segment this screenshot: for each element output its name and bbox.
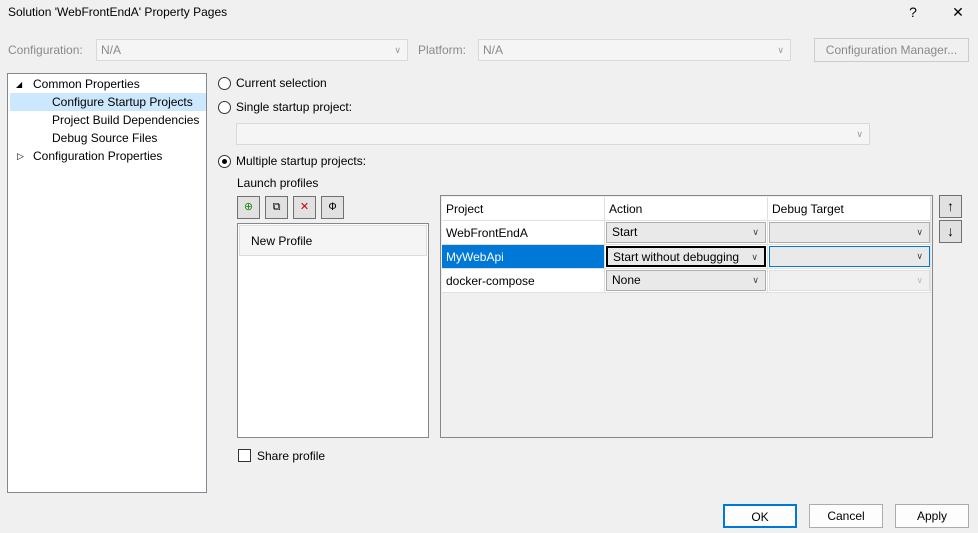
chevron-down-icon: ∨ (394, 45, 401, 55)
move-down-button[interactable]: ↓ (939, 220, 962, 243)
add-profile-button[interactable]: ⊕ (237, 196, 260, 219)
current-selection-radio[interactable] (218, 77, 231, 90)
single-startup-label: Single startup project: (236, 100, 353, 114)
column-header-action[interactable]: Action (605, 197, 768, 221)
profile-item[interactable]: New Profile (239, 225, 427, 256)
remove-profile-icon: ✕ (299, 201, 310, 213)
share-profile-label: Share profile (257, 449, 326, 463)
column-header-project[interactable]: Project (442, 197, 605, 221)
chevron-down-icon: ∨ (916, 251, 923, 261)
help-button[interactable]: ? (893, 0, 933, 24)
launch-profiles-label: Launch profiles (237, 176, 319, 190)
platform-select[interactable]: N/A ∨ (478, 39, 791, 61)
remove-profile-button[interactable]: ✕ (293, 196, 316, 219)
action-select[interactable]: Start ∨ (606, 222, 766, 243)
chevron-down-icon: ∨ (751, 252, 758, 262)
rename-profile-button[interactable]: Ф (321, 196, 344, 219)
share-profile-checkbox[interactable] (238, 449, 251, 462)
ok-button[interactable]: OK (723, 504, 797, 528)
debug-target-select-disabled: ∨ (769, 270, 930, 291)
arrow-up-icon: ↑ (947, 198, 954, 214)
debug-target-select[interactable]: ∨ (769, 222, 930, 243)
chevron-down-icon: ∨ (752, 275, 759, 285)
tree-item-project-build-dependencies[interactable]: Project Build Dependencies (52, 111, 199, 129)
current-selection-label: Current selection (236, 76, 327, 90)
configuration-select[interactable]: N/A ∨ (96, 39, 408, 61)
column-header-debug-target[interactable]: Debug Target (768, 197, 931, 221)
chevron-down-icon: ∨ (777, 45, 784, 55)
configuration-manager-button[interactable]: Configuration Manager... (814, 38, 969, 62)
collapsed-icon[interactable]: ▷ (17, 147, 24, 165)
action-select[interactable]: Start without debugging ∨ (606, 246, 766, 267)
configuration-label: Configuration: (8, 43, 83, 57)
single-startup-select[interactable]: ∨ (236, 123, 870, 145)
window-title: Solution 'WebFrontEndA' Property Pages (8, 5, 228, 19)
copy-profile-icon: ⧉ (272, 201, 281, 213)
project-cell[interactable]: WebFrontEndA (442, 221, 605, 245)
add-profile-icon: ⊕ (243, 201, 254, 213)
debug-target-select[interactable]: ∨ (769, 246, 930, 267)
configuration-value: N/A (101, 43, 122, 57)
move-up-button[interactable]: ↑ (939, 195, 962, 218)
project-cell[interactable]: docker-compose (442, 269, 605, 293)
action-value: Start (612, 225, 638, 239)
multiple-startup-label: Multiple startup projects: (236, 154, 367, 168)
multiple-startup-radio[interactable] (218, 155, 231, 168)
action-select[interactable]: None ∨ (606, 270, 766, 291)
rename-profile-icon: Ф (328, 201, 337, 213)
tree-item-configure-startup-projects[interactable]: Configure Startup Projects (10, 93, 206, 111)
action-value: None (612, 273, 641, 287)
project-cell-selected[interactable]: MyWebApi (442, 245, 605, 269)
chevron-down-icon: ∨ (916, 275, 923, 285)
startup-projects-grid[interactable]: Project Action Debug Target WebFrontEndA… (440, 195, 933, 438)
action-value: Start without debugging (613, 250, 740, 264)
single-startup-radio[interactable] (218, 101, 231, 114)
tree-item-configuration-properties[interactable]: Configuration Properties (33, 147, 162, 165)
cancel-button[interactable]: Cancel (809, 504, 883, 528)
profiles-list[interactable]: New Profile (237, 223, 429, 438)
chevron-down-icon: ∨ (856, 129, 863, 139)
copy-profile-button[interactable]: ⧉ (265, 196, 288, 219)
close-button[interactable]: ✕ (938, 0, 978, 24)
arrow-down-icon: ↓ (947, 223, 954, 239)
category-tree[interactable]: ◢ Common Properties Configure Startup Pr… (7, 73, 207, 493)
tree-item-common-properties[interactable]: Common Properties (33, 75, 140, 93)
platform-value: N/A (483, 43, 504, 57)
tree-item-debug-source-files[interactable]: Debug Source Files (52, 129, 157, 147)
apply-button[interactable]: Apply (895, 504, 969, 528)
chevron-down-icon: ∨ (916, 227, 923, 237)
expanded-icon[interactable]: ◢ (16, 76, 22, 94)
chevron-down-icon: ∨ (752, 227, 759, 237)
platform-label: Platform: (418, 43, 467, 57)
